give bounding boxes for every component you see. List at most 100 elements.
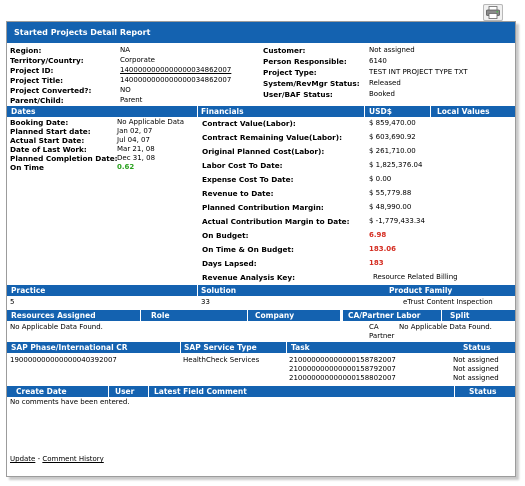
ca-partner-header: CA/Partner Labor Split xyxy=(343,310,515,321)
project-title-label: Project Title: xyxy=(10,76,64,85)
planned-margin-label: Planned Contribution Margin: xyxy=(202,203,324,212)
revenue-key-value: Resource Related Billing xyxy=(373,273,458,281)
solution-heading: Solution xyxy=(201,286,237,295)
create-date-heading: Create Date xyxy=(16,387,67,396)
labor-cost-value: $ 1,825,376.04 xyxy=(369,161,423,169)
resources-empty: No Applicable Data Found. xyxy=(10,323,103,331)
customer-value: Not assigned xyxy=(369,46,415,54)
region-value: NA xyxy=(120,46,131,54)
planned-completion-label: Planned Completion Date: xyxy=(10,154,118,163)
last-work-label: Date of Last Work: xyxy=(10,145,87,154)
update-link[interactable]: Update xyxy=(10,455,35,463)
comments-empty: No comments have been entered. xyxy=(10,398,130,406)
sap-service-heading: SAP Service Type xyxy=(184,343,257,352)
project-title-value: 1400000000000000034862007 xyxy=(120,76,232,84)
comment-history-link[interactable]: Comment History xyxy=(42,455,103,463)
task-3-status: Not assigned xyxy=(453,374,499,382)
revenue-label: Revenue to Date: xyxy=(202,189,274,198)
project-id-link[interactable]: 1400000000000000034862007 xyxy=(120,66,231,74)
territory-label: Territory/Country: xyxy=(10,56,84,65)
local-values-heading: Local Values xyxy=(437,107,490,116)
project-converted-label: Project Converted?: xyxy=(10,86,92,95)
ca-partner-heading: CA/Partner Labor xyxy=(348,311,421,320)
company-heading: Company xyxy=(255,311,295,320)
solution-value: 33 xyxy=(201,298,210,306)
person-responsible-label: Person Responsible: xyxy=(263,57,347,66)
labor-cost-label: Labor Cost To Date: xyxy=(202,161,283,170)
report-panel: Started Projects Detail Report Region: N… xyxy=(6,21,516,477)
ca-partner-line-1: CA xyxy=(369,323,379,331)
customer-label: Customer: xyxy=(263,46,306,55)
expense-cost-value: $ 0.00 xyxy=(369,175,392,183)
footer-links: Update - Comment History xyxy=(10,455,104,463)
sap-header: SAP Phase/International CR SAP Service T… xyxy=(7,342,515,353)
project-converted-value: NO xyxy=(120,86,131,94)
original-planned-cost-value: $ 261,710.00 xyxy=(369,147,416,155)
project-type-label: Project Type: xyxy=(263,68,317,77)
person-responsible-value: 6140 xyxy=(369,57,387,65)
days-lapsed-label: Days Lapsed: xyxy=(202,259,257,268)
contract-remaining-label: Contract Remaining Value(Labor): xyxy=(202,133,342,142)
latest-comment-heading: Latest Field Comment xyxy=(154,387,247,396)
resources-header: Resources Assigned Role Company xyxy=(7,310,340,321)
contract-value-value: $ 859,470.00 xyxy=(369,119,416,127)
on-time-budget-value: 183.06 xyxy=(369,245,397,253)
dates-financials-header: Dates Financials USD$ Local Values xyxy=(7,106,515,117)
comments-header: Create Date User Latest Field Comment St… xyxy=(7,386,515,397)
role-heading: Role xyxy=(151,311,170,320)
comment-status-heading: Status xyxy=(469,387,497,396)
planned-completion-value: Dec 31, 08 xyxy=(117,154,156,162)
task-2: 210000000000000158792007 xyxy=(289,365,396,373)
sap-service-value: HealthCheck Services xyxy=(183,356,260,364)
region-label: Region: xyxy=(10,46,42,55)
task-1: 210000000000000158782007 xyxy=(289,356,396,364)
booking-date-value: No Applicable Data xyxy=(117,118,185,126)
sap-phase-heading: SAP Phase/International CR xyxy=(11,343,128,352)
days-lapsed-value: 183 xyxy=(369,259,384,267)
report-title: Started Projects Detail Report xyxy=(7,22,515,43)
parent-child-label: Parent/Child: xyxy=(10,96,64,105)
practice-heading: Practice xyxy=(11,286,46,295)
actual-margin-label: Actual Contribution Margin to Date: xyxy=(202,217,350,226)
user-heading: User xyxy=(115,387,135,396)
task-heading: Task xyxy=(291,343,310,352)
on-budget-value: 6.98 xyxy=(369,231,387,239)
planned-start-label: Planned Start date: xyxy=(10,127,91,136)
revenue-key-label: Revenue Analysis Key: xyxy=(202,273,296,282)
on-budget-label: On Budget: xyxy=(202,231,249,240)
revenue-value: $ 55,779.88 xyxy=(369,189,412,197)
planned-start-value: Jan 02, 07 xyxy=(117,127,153,135)
ca-partner-line-2: Partner xyxy=(369,332,395,340)
product-family-value: eTrust Content Inspection xyxy=(403,298,493,306)
booking-date-label: Booking Date: xyxy=(10,118,69,127)
sap-phase-value: 190000000000000040392007 xyxy=(10,356,117,364)
user-status-value: Booked xyxy=(369,90,395,98)
print-button[interactable] xyxy=(483,4,503,21)
expense-cost-label: Expense Cost To Date: xyxy=(202,175,294,184)
system-status-value: Released xyxy=(369,79,401,87)
actual-margin-value: $ -1,779,433.34 xyxy=(369,217,425,225)
usd-heading: USD$ xyxy=(369,107,392,116)
on-time-budget-label: On Time & On Budget: xyxy=(202,245,294,254)
practice-value: 5 xyxy=(10,298,15,306)
actual-start-value: Jul 04, 07 xyxy=(117,136,150,144)
task-1-status: Not assigned xyxy=(453,356,499,364)
split-heading: Split xyxy=(450,311,470,320)
dates-heading: Dates xyxy=(11,107,36,116)
printer-icon xyxy=(486,6,500,19)
contract-remaining-value: $ 603,690.92 xyxy=(369,133,416,141)
system-status-label: System/RevMgr Status: xyxy=(263,79,360,88)
on-time-value: 0.62 xyxy=(117,163,135,171)
on-time-label: On Time xyxy=(10,163,44,172)
project-id-label: Project ID: xyxy=(10,66,54,75)
status-heading: Status xyxy=(463,343,491,352)
contract-value-label: Contract Value(Labor): xyxy=(202,119,296,128)
planned-margin-value: $ 48,990.00 xyxy=(369,203,412,211)
territory-value: Corporate xyxy=(120,56,155,64)
resources-heading: Resources Assigned xyxy=(11,311,96,320)
original-planned-cost-label: Original Planned Cost(Labor): xyxy=(202,147,325,156)
financials-heading: Financials xyxy=(201,107,244,116)
product-family-heading: Product Family xyxy=(389,286,453,295)
parent-child-value: Parent xyxy=(120,96,143,104)
task-3: 210000000000000158802007 xyxy=(289,374,396,382)
